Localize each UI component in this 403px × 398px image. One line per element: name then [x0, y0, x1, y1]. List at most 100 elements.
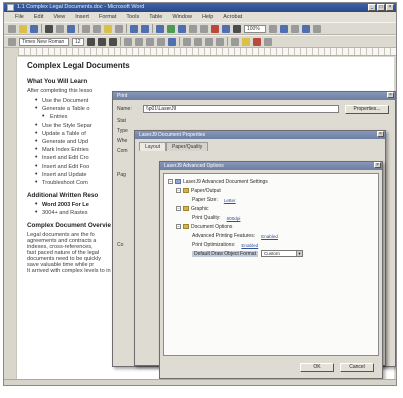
tree-node-paper-size[interactable]: Paper Size: Letter [168, 196, 303, 205]
window-title: 1.1 Complex Legal Documents.doc - Micros… [17, 4, 145, 10]
close-icon[interactable]: × [374, 162, 381, 168]
minimize-icon[interactable]: _ [368, 4, 376, 11]
font-size-select[interactable]: 12 [72, 37, 84, 46]
save-icon[interactable] [30, 24, 38, 33]
align-left-icon[interactable] [124, 37, 132, 46]
close-icon[interactable]: × [386, 4, 394, 11]
tree-node-paper-output[interactable]: − Paper/Output [168, 187, 303, 196]
collapse-icon[interactable]: − [176, 206, 181, 212]
toolbar-separator [179, 37, 180, 46]
section-heading-what-you-will-learn: What You Will Learn [27, 78, 88, 85]
type-label: Type [117, 128, 128, 134]
default-format-dropdown[interactable]: Custom ▼ [260, 250, 303, 258]
ok-button[interactable]: OK [300, 363, 334, 372]
columns-icon[interactable] [200, 24, 208, 33]
toolbar-separator [227, 37, 228, 46]
tree-node-label: Paper Size: [192, 197, 218, 203]
font-color-icon[interactable] [253, 37, 261, 46]
cut-icon[interactable] [82, 24, 90, 33]
bold-icon[interactable] [87, 37, 95, 46]
print-icon[interactable] [45, 24, 53, 33]
tables-borders-icon[interactable] [167, 24, 175, 33]
extra-icon[interactable] [313, 24, 321, 33]
advanced-dialog-title-bar: LaserJ9 Advanced Options × [160, 162, 382, 170]
tree-node-graphic[interactable]: − Graphic [168, 205, 303, 214]
menu-edit[interactable]: Edit [34, 14, 43, 20]
drawing-icon[interactable] [211, 24, 219, 33]
close-icon[interactable]: × [377, 131, 384, 137]
menu-help[interactable]: Help [202, 14, 213, 20]
tree-node-advanced-features[interactable]: Advanced Printing Features: Enabled [168, 232, 303, 241]
properties-button[interactable]: Properties... [345, 105, 389, 114]
show-hide-icon[interactable] [233, 24, 241, 33]
where-label: Whe [117, 138, 128, 144]
tab-layout[interactable]: Layout [139, 142, 167, 151]
tree-node-label: LaserJ9 Advanced Document Settings [183, 179, 268, 185]
menu-window[interactable]: Window [172, 14, 192, 20]
format-painter-icon[interactable] [115, 24, 123, 33]
menu-format[interactable]: Format [99, 14, 116, 20]
hyperlink-icon[interactable] [156, 24, 164, 33]
outside-border-icon[interactable] [231, 37, 239, 46]
undo-icon[interactable] [130, 24, 138, 33]
numbering-icon[interactable] [183, 37, 191, 46]
align-right-icon[interactable] [146, 37, 154, 46]
open-folder-icon[interactable] [19, 24, 27, 33]
align-center-icon[interactable] [135, 37, 143, 46]
formatting-options-icon[interactable] [264, 37, 272, 46]
menu-file[interactable]: File [15, 14, 24, 20]
tree-node-print-optimizations[interactable]: Print Optimizations: Enabled [168, 241, 303, 250]
chevron-down-icon[interactable]: ▼ [295, 251, 302, 257]
insert-table-icon[interactable] [178, 24, 186, 33]
collapse-icon[interactable]: − [168, 179, 173, 185]
toolbar-options-icon[interactable] [291, 24, 299, 33]
print-preview-icon[interactable] [56, 24, 64, 33]
collapse-icon[interactable]: − [176, 188, 181, 194]
underline-icon[interactable] [109, 37, 117, 46]
insert-excel-icon[interactable] [189, 24, 197, 33]
menu-insert[interactable]: Insert [75, 14, 89, 20]
menu-tools[interactable]: Tools [126, 14, 139, 20]
tree-node-label: Print Quality: [192, 215, 221, 221]
horizontal-ruler[interactable] [18, 48, 396, 56]
read-icon[interactable] [280, 24, 288, 33]
list-item-text: Entries [50, 114, 68, 121]
italic-icon[interactable] [98, 37, 106, 46]
menu-table[interactable]: Table [149, 14, 162, 20]
default-format-value: Custom [263, 251, 280, 257]
paper-size-value[interactable]: Letter [221, 197, 239, 203]
paste-icon[interactable] [104, 24, 112, 33]
menu-view[interactable]: View [53, 14, 65, 20]
menu-acrobat[interactable]: Acrobat [223, 14, 242, 20]
tree-node-root[interactable]: − LaserJ9 Advanced Document Settings [168, 178, 303, 187]
decrease-indent-icon[interactable] [205, 37, 213, 46]
line-spacing-icon[interactable] [168, 37, 176, 46]
advanced-features-value[interactable]: Enabled [258, 233, 281, 239]
help-icon[interactable] [269, 24, 277, 33]
collapse-icon[interactable]: − [176, 224, 181, 230]
maximize-icon[interactable]: □ [377, 4, 385, 11]
document-map-icon[interactable] [222, 24, 230, 33]
research-icon[interactable] [302, 24, 310, 33]
cancel-button[interactable]: Cancel [340, 363, 374, 372]
tree-node-default-format[interactable]: Default Draw Object Format Custom ▼ [168, 250, 303, 259]
justify-icon[interactable] [157, 37, 165, 46]
close-icon[interactable]: × [387, 92, 394, 98]
print-optimizations-value[interactable]: Enabled [238, 242, 261, 248]
styles-pane-icon[interactable] [8, 37, 16, 46]
redo-icon[interactable] [141, 24, 149, 33]
copy-icon[interactable] [93, 24, 101, 33]
increase-indent-icon[interactable] [216, 37, 224, 46]
bullets-icon[interactable] [194, 37, 202, 46]
tree-node-document-options[interactable]: − Document Options [168, 223, 303, 232]
font-select[interactable]: Times New Roman [19, 37, 69, 46]
new-document-icon[interactable] [8, 24, 16, 33]
printer-name-select[interactable]: \\p01\LaserJ9 [143, 105, 339, 113]
properties-dialog-title: LaserJ9 Document Properties [139, 132, 206, 138]
highlight-icon[interactable] [242, 37, 250, 46]
zoom-select[interactable]: 100% [244, 24, 266, 33]
tab-paper-quality[interactable]: Paper/Quality [166, 142, 209, 151]
print-quality-value[interactable]: 600dpi [224, 215, 244, 221]
tree-node-print-quality[interactable]: Print Quality: 600dpi [168, 214, 303, 223]
spelling-icon[interactable] [67, 24, 75, 33]
